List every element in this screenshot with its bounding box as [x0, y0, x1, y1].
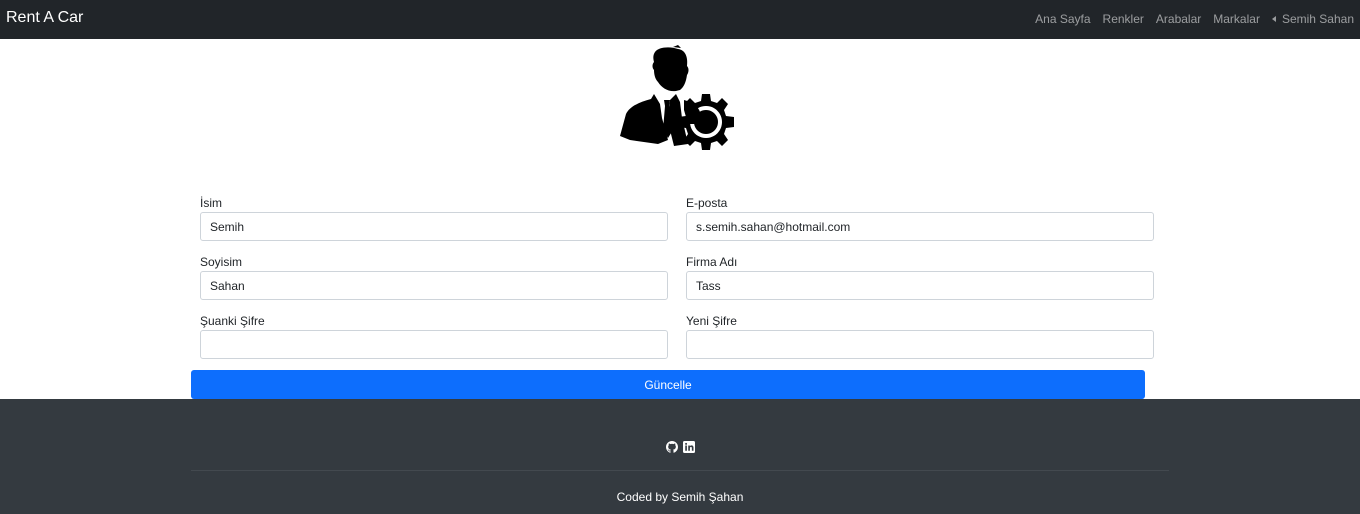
linkedin-icon[interactable]	[682, 441, 695, 453]
company-group: Firma Adı	[686, 254, 1154, 300]
user-name: Semih Sahan	[1281, 12, 1354, 26]
company-label: Firma Adı	[686, 255, 738, 269]
first-name-input[interactable]	[200, 212, 668, 241]
last-name-group: Soyisim	[200, 254, 668, 300]
user-menu-dropdown[interactable]: Semih Sahan	[1271, 12, 1354, 26]
nav-link-colors[interactable]: Renkler	[1103, 12, 1144, 26]
new-password-label: Yeni Şifre	[686, 314, 737, 328]
github-icon[interactable]	[665, 441, 678, 453]
nav-link-home[interactable]: Ana Sayfa	[1035, 12, 1090, 26]
brand-link[interactable]: Rent A Car	[6, 9, 83, 27]
current-password-group: Şuanki Şifre	[200, 313, 668, 359]
social-links	[0, 441, 1360, 453]
first-name-group: İsim	[200, 195, 668, 241]
last-name-input[interactable]	[200, 271, 668, 300]
company-input[interactable]	[686, 271, 1154, 300]
email-group: E-posta	[686, 195, 1154, 241]
top-navbar: Rent A Car Ana Sayfa Renkler Arabalar Ma…	[0, 0, 1360, 39]
footer: Coded by Semih Şahan	[0, 399, 1360, 514]
current-password-input[interactable]	[200, 330, 668, 359]
email-label: E-posta	[686, 196, 728, 210]
first-name-label: İsim	[200, 196, 222, 210]
last-name-label: Soyisim	[200, 255, 243, 269]
current-password-label: Şuanki Şifre	[200, 314, 265, 328]
footer-credit: Coded by Semih Şahan	[616, 490, 744, 504]
footer-divider	[191, 470, 1169, 471]
user-settings-icon	[620, 45, 734, 150]
update-button[interactable]: Güncelle	[191, 370, 1145, 399]
email-input[interactable]	[686, 212, 1154, 241]
nav-link-brands[interactable]: Markalar	[1213, 12, 1260, 26]
caret-left-icon	[1271, 16, 1276, 22]
nav-link-cars[interactable]: Arabalar	[1156, 12, 1201, 26]
nav-links: Ana Sayfa Renkler Arabalar Markalar Semi…	[1023, 12, 1354, 26]
new-password-group: Yeni Şifre	[686, 313, 1154, 359]
new-password-input[interactable]	[686, 330, 1154, 359]
